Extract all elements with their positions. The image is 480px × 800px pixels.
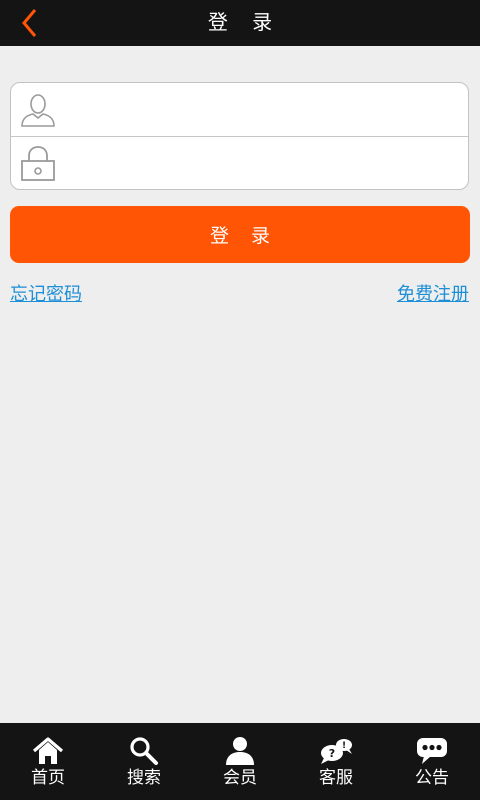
lock-icon [21,146,55,181]
tab-announcement-label: 公告 [415,768,449,788]
member-icon [226,737,254,765]
page-title: 登 录 [207,10,282,34]
password-row [11,137,468,190]
tab-member[interactable]: 会员 [192,723,288,800]
top-bar: 登 录 [0,0,480,46]
user-icon [21,94,55,127]
register-link[interactable]: 免费注册 [397,280,469,306]
password-input[interactable] [71,145,455,183]
search-icon [130,737,158,765]
svg-text:?: ? [329,747,335,760]
tab-home-label: 首页 [31,768,65,788]
username-row [11,83,468,137]
home-icon [32,737,64,764]
login-button[interactable]: 登 录 [10,206,470,263]
tab-home[interactable]: 首页 [0,723,96,800]
svg-text:!: ! [342,741,346,751]
tab-member-label: 会员 [223,768,257,788]
forgot-password-link[interactable]: 忘记密码 [10,280,82,306]
username-input[interactable] [71,91,455,129]
tab-search-label: 搜索 [127,768,161,788]
tab-customer-service[interactable]: ? ! 客服 [288,723,384,800]
announcement-icon [417,738,447,764]
tab-search[interactable]: 搜索 [96,723,192,800]
bottom-tab-bar: 首页 搜索 会员 ? ! 客服 公告 [0,723,480,800]
tab-announcement[interactable]: 公告 [384,723,480,800]
customer-service-icon: ? ! [321,739,352,764]
login-form [10,82,469,190]
tab-customer-service-label: 客服 [319,768,353,788]
